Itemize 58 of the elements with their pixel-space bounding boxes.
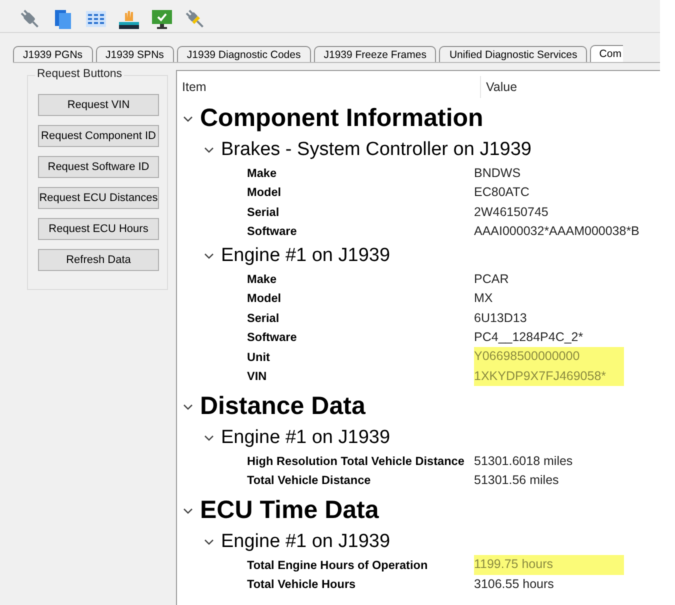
item-label: Unit — [247, 350, 271, 364]
item-value: 3106.55 hours — [474, 577, 555, 592]
item-value: MX — [474, 291, 494, 306]
item-label: Serial — [247, 204, 280, 219]
item-value: Y06698500000000 — [474, 347, 624, 366]
item-value: 51301.6018 miles — [474, 454, 574, 468]
tab[interactable]: Unified Diagnostic Services — [439, 46, 588, 62]
node-title: Engine #1 on J1939 — [221, 531, 390, 553]
item-label: Model — [247, 291, 282, 306]
item-label: Make — [247, 272, 278, 286]
item-value: 51301.56 miles — [474, 473, 560, 488]
item-label: Software — [247, 330, 298, 344]
item-label: Total Vehicle Distance — [247, 473, 372, 488]
request-button[interactable]: Request VIN — [38, 94, 159, 116]
node-title: Engine #1 on J1939 — [221, 427, 390, 449]
node-title: Brakes - System Controller on J1939 — [221, 139, 532, 161]
item-label: Make — [247, 166, 278, 180]
item-label: Model — [247, 185, 282, 200]
item-label: Total Engine Hours of Operation — [247, 558, 429, 572]
item-value: BNDWS — [474, 166, 522, 180]
chevron-icon[interactable] — [183, 114, 193, 124]
node-title: Engine #1 on J1939 — [221, 245, 390, 267]
item-label: Software — [247, 224, 298, 238]
request-button[interactable]: Request Component ID — [38, 125, 159, 147]
item-label: VIN — [247, 369, 268, 384]
section-title: Component Information — [200, 104, 484, 133]
item-value: 6U13D13 — [474, 310, 528, 325]
item-value: 1199.75 hours — [474, 555, 624, 574]
group-title: Request Buttons — [35, 68, 124, 80]
item-value: EC80ATC — [474, 185, 530, 200]
monitor-icon[interactable] — [150, 7, 174, 31]
chevron-icon[interactable] — [183, 506, 193, 516]
request-button[interactable]: Request Software ID — [38, 156, 159, 178]
tab[interactable]: J1939 Diagnostic Codes — [176, 46, 311, 62]
chevron-icon[interactable] — [204, 251, 214, 261]
request-button[interactable]: Request ECU Distances — [38, 187, 159, 209]
item-value: 2W46150745 — [474, 204, 550, 219]
section-title: ECU Time Data — [200, 496, 379, 525]
item-value: 1XKYDP9X7FJ469058* — [474, 366, 624, 386]
tab[interactable]: J1939 PGNs — [13, 46, 93, 62]
chevron-icon[interactable] — [183, 402, 193, 412]
chevron-icon[interactable] — [204, 537, 214, 547]
column-header[interactable]: Value — [481, 80, 518, 94]
column-header[interactable]: Item — [177, 76, 481, 98]
request-button[interactable]: Refresh Data — [38, 249, 159, 271]
section-title: Distance Data — [200, 392, 366, 421]
tab[interactable]: Com — [590, 45, 624, 62]
item-value: PC4__1284P4C_2* — [474, 330, 584, 344]
tab[interactable]: J1939 Freeze Frames — [314, 46, 436, 62]
item-label: High Resolution Total Vehicle Distance — [247, 454, 466, 468]
chevron-icon[interactable] — [204, 433, 214, 443]
item-value: PCAR — [474, 272, 510, 286]
chevron-icon[interactable] — [204, 145, 214, 155]
request-button[interactable]: Request ECU Hours — [38, 218, 159, 240]
item-value: AAAI000032*AAAM000038*B — [474, 224, 640, 238]
tab[interactable]: J1939 SPNs — [96, 46, 174, 62]
item-label: Serial — [247, 310, 280, 325]
item-label: Total Vehicle Hours — [247, 577, 357, 592]
